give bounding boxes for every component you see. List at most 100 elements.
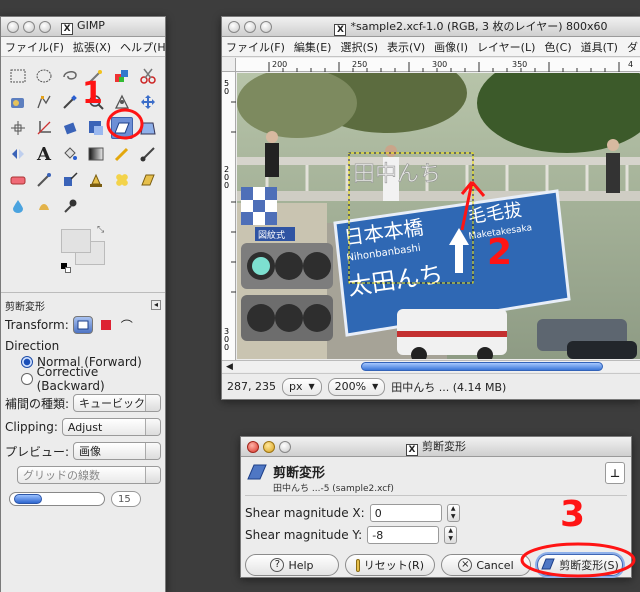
scale-icon[interactable] <box>85 117 107 139</box>
shear-icon <box>541 557 555 574</box>
grid-lines-select[interactable]: グリッドの線数 <box>17 466 161 484</box>
perspective-icon[interactable] <box>137 117 159 139</box>
pencil-icon[interactable] <box>111 143 133 165</box>
help-button[interactable]: ? Help <box>245 554 339 576</box>
transform-layer-icon[interactable] <box>72 316 93 334</box>
dodge-burn-icon[interactable] <box>59 195 81 217</box>
default-colors-icon[interactable] <box>61 263 71 273</box>
menu-file[interactable]: ファイル(F) <box>226 39 285 55</box>
image-titlebar[interactable]: X *sample2.xcf-1.0 (RGB, 3 枚のレイヤー) 800x60 <box>222 17 640 37</box>
question-icon: ? <box>270 558 285 572</box>
cancel-button[interactable]: × Cancel <box>441 554 531 576</box>
unit-select[interactable]: px ▼ <box>281 377 322 396</box>
color-select-icon[interactable] <box>111 65 133 87</box>
move-icon[interactable] <box>137 91 159 113</box>
scissors-icon[interactable] <box>137 65 159 87</box>
minimize-button[interactable] <box>23 20 35 33</box>
crop-icon[interactable] <box>33 117 55 139</box>
shear-icon <box>247 462 267 485</box>
ink-icon[interactable] <box>59 169 81 191</box>
grid-count-spin[interactable]: 15 <box>111 491 141 507</box>
menu-help[interactable]: ヘルプ(H) <box>120 39 165 55</box>
ruler-h-label: 200 <box>272 60 287 69</box>
measure-icon[interactable] <box>111 91 133 113</box>
vertical-ruler[interactable]: 5 0 2 0 0 3 0 0 <box>222 72 236 360</box>
scroll-thumb[interactable] <box>360 362 603 371</box>
perspective-clone-icon[interactable] <box>137 169 159 191</box>
help-pointer-icon[interactable]: ⊥ <box>605 462 625 484</box>
menu-file[interactable]: ファイル(F) <box>5 39 64 55</box>
reset-button[interactable]: リセット(R) <box>345 554 435 576</box>
smudge-icon[interactable] <box>33 195 55 217</box>
menu-edit[interactable]: 編集(E) <box>294 39 332 55</box>
image-canvas[interactable]: 図紋式 日本本橋 Nihonbanbashi 太田んち 毛毛拔 Maketake… <box>237 73 640 359</box>
close-button[interactable] <box>7 20 19 33</box>
blur-icon[interactable] <box>7 195 29 217</box>
shear-y-input[interactable]: -8 <box>367 526 440 544</box>
fuzzy-select-icon[interactable] <box>85 65 107 87</box>
scroll-left-icon[interactable]: ◀ <box>226 362 233 372</box>
shear-x-input[interactable]: 0 <box>369 504 442 522</box>
shear-y-spinner[interactable]: ▲ ▼ <box>444 526 458 544</box>
paintbrush-icon[interactable] <box>137 143 159 165</box>
text-tool-icon[interactable]: A <box>33 143 55 165</box>
color-area: ⤡ <box>1 221 165 285</box>
align-icon[interactable] <box>7 117 29 139</box>
blend-icon[interactable] <box>85 143 107 165</box>
rect-select-icon[interactable] <box>7 65 29 87</box>
minimize-button[interactable] <box>263 440 275 453</box>
close-button[interactable] <box>228 20 240 33</box>
menu-select[interactable]: 選択(S) <box>340 39 378 55</box>
menu-layer[interactable]: レイヤー(L) <box>477 39 535 55</box>
ruler-corner[interactable] <box>222 58 236 72</box>
lasso-icon[interactable] <box>59 65 81 87</box>
shear-x-spinner[interactable]: ▲ ▼ <box>446 504 460 522</box>
ruler-h-label: 350 <box>512 60 527 69</box>
rotate-icon[interactable] <box>59 117 81 139</box>
direction-corrective-radio[interactable]: Corrective (Backward) <box>1 365 165 393</box>
zoom-button[interactable] <box>260 20 272 33</box>
horizontal-ruler[interactable]: 200 250 300 350 4 <box>236 58 640 72</box>
shear-ok-button[interactable]: 剪断変形(S) <box>537 554 623 576</box>
eraser-icon[interactable] <box>7 169 29 191</box>
flip-icon[interactable] <box>7 143 29 165</box>
menu-extensions[interactable]: 拡張(X) <box>73 39 111 55</box>
ellipse-select-icon[interactable] <box>33 65 55 87</box>
zoom-button[interactable] <box>279 440 291 453</box>
menu-colors[interactable]: 色(C) <box>544 39 571 55</box>
grid-count-slider[interactable] <box>9 492 105 506</box>
interpolation-row: 補間の種類: キュービック <box>1 391 165 415</box>
zoom-select[interactable]: 200% ▼ <box>327 377 386 396</box>
minimize-button[interactable] <box>244 20 256 33</box>
interpolation-select[interactable]: キュービック <box>73 394 161 412</box>
menu-dialogs[interactable]: ダ <box>627 39 638 55</box>
menu-tools[interactable]: 道具(T) <box>581 39 618 55</box>
heal-icon[interactable] <box>111 169 133 191</box>
dialog-titlebar[interactable]: X 剪断変形 <box>241 437 631 457</box>
menu-image[interactable]: 画像(I) <box>434 39 468 55</box>
paths-icon[interactable] <box>33 91 55 113</box>
foreground-select-icon[interactable] <box>7 91 29 113</box>
x11-icon: X <box>334 23 347 36</box>
toolbox-titlebar[interactable]: X GIMP <box>1 17 165 37</box>
transform-selection-icon[interactable] <box>100 320 111 330</box>
preview-select[interactable]: 画像 <box>73 442 161 460</box>
swap-colors-icon[interactable]: ⤡ <box>97 225 104 235</box>
slider-thumb[interactable] <box>14 494 42 504</box>
window-controls <box>222 20 272 33</box>
zoom-button[interactable] <box>39 20 51 33</box>
zoom-tool-icon[interactable] <box>85 91 107 113</box>
transform-path-icon[interactable]: ⌒ <box>121 317 133 334</box>
menu-view[interactable]: 表示(V) <box>387 39 425 55</box>
bucket-fill-icon[interactable] <box>59 143 81 165</box>
close-options-icon[interactable]: ◂ <box>151 300 161 310</box>
chevron-down-icon: ▼ <box>308 382 315 391</box>
airbrush-icon[interactable] <box>33 169 55 191</box>
shear-tool-icon[interactable] <box>111 117 133 139</box>
close-button[interactable] <box>247 440 259 453</box>
horizontal-scrollbar[interactable]: ◀ <box>222 360 640 372</box>
clone-icon[interactable] <box>85 169 107 191</box>
color-picker-icon[interactable] <box>59 91 81 113</box>
clipping-select[interactable]: Adjust <box>61 418 161 436</box>
foreground-color-swatch[interactable] <box>61 229 91 253</box>
